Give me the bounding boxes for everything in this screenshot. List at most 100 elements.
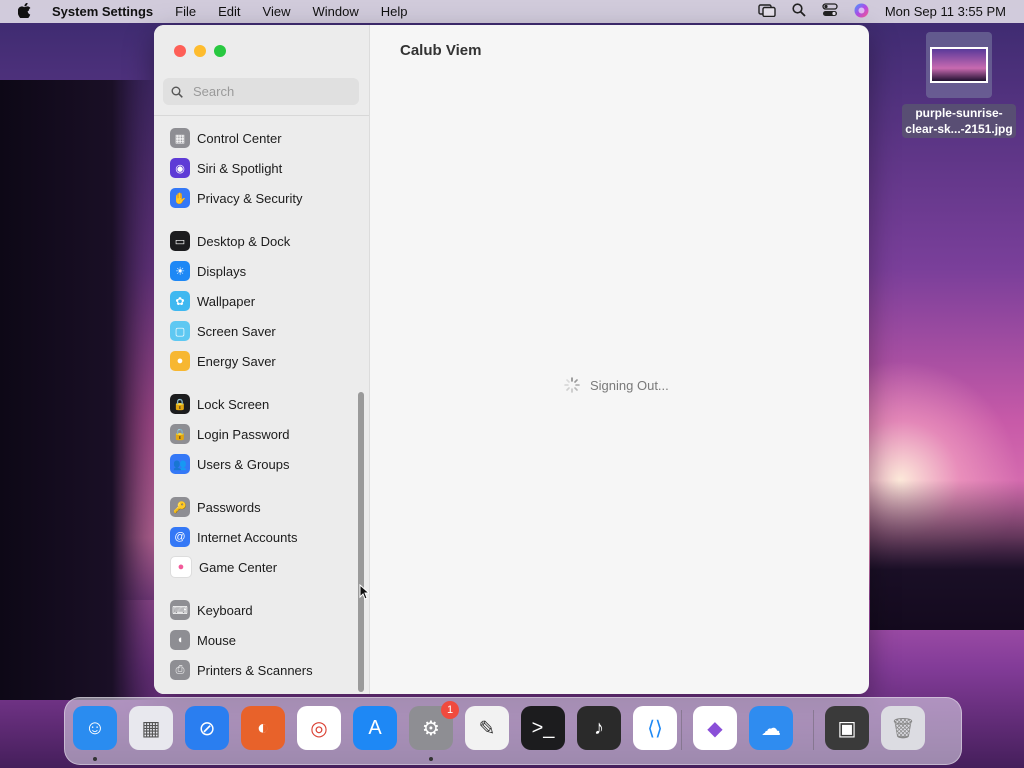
visual-studio-icon[interactable]: ◆ [693, 706, 737, 750]
image-thumbnail-icon [930, 47, 988, 83]
sidebar-item-label: Control Center [197, 130, 282, 146]
sidebar-item-label: Screen Saver [197, 323, 276, 339]
desktop-file-label[interactable]: purple-sunrise- clear-sk...-2151.jpg [902, 104, 1016, 138]
window-controls [174, 45, 234, 57]
sidebar-item-displays[interactable]: ☀ Displays [170, 259, 246, 283]
dock-separator [813, 710, 814, 750]
desktop-file-thumbnail[interactable] [926, 32, 992, 98]
wallpaper-palms-right [870, 480, 1024, 630]
sidebar-item-login-password[interactable]: 🔒 Login Password [170, 422, 290, 446]
sidebar-item-printers-scanners[interactable]: ⎙ Printers & Scanners [170, 658, 313, 682]
menu-edit[interactable]: Edit [218, 4, 240, 19]
screensaver-icon: ▢ [170, 321, 190, 341]
siri-icon[interactable] [854, 3, 869, 21]
firefox-icon[interactable]: ◐ [241, 706, 285, 750]
sidebar-list: ▦ Control Center ◉ Siri & Spotlight ✋ Privacy… [154, 115, 369, 694]
sun-icon: ☀ [170, 261, 190, 281]
chrome-window-icon[interactable]: ▣ [825, 706, 869, 750]
sidebar-item-lock-screen[interactable]: 🔒 Lock Screen [170, 392, 269, 416]
vscode-icon[interactable]: ⟨⟩ [633, 706, 677, 750]
garageband-icon[interactable]: ♪ [577, 706, 621, 750]
finder-icon[interactable]: ☺ [73, 706, 117, 750]
search-field[interactable] [163, 78, 359, 105]
at-icon: @ [170, 527, 190, 547]
sidebar-item-label: Wallpaper [197, 293, 256, 309]
sidebar-item-energy-saver[interactable]: ● Energy Saver [170, 349, 276, 373]
signing-out-status: Signing Out... [564, 377, 669, 393]
sidebar-item-mouse[interactable]: ◖ Mouse [170, 628, 236, 652]
sidebar-item-privacy-security[interactable]: ✋ Privacy & Security [170, 186, 302, 210]
sidebar-item-keyboard[interactable]: ⌨ Keyboard [170, 598, 253, 622]
running-indicator [429, 757, 433, 761]
menu-window[interactable]: Window [312, 4, 358, 19]
menu-bar: System Settings File Edit View Window He… [0, 0, 1024, 23]
sidebar-item-label: Game Center [199, 559, 278, 575]
desktop-file[interactable]: purple-sunrise- clear-sk...-2151.jpg [898, 32, 1020, 138]
sidebar-item-desktop-dock[interactable]: ▭ Desktop & Dock [170, 229, 290, 253]
sidebar-item-label: Login Password [197, 426, 290, 442]
sidebar-item-label: Desktop & Dock [197, 233, 291, 249]
menu-clock[interactable]: Mon Sep 11 3:55 PM [885, 4, 1006, 19]
sidebar-item-internet-accounts[interactable]: @ Internet Accounts [170, 525, 297, 549]
sidebar-item-siri-spotlight[interactable]: ◉ Siri & Spotlight [170, 156, 282, 180]
search-icon [171, 86, 183, 98]
sidebar-item-label: Energy Saver [197, 353, 276, 369]
trash-icon[interactable]: 🗑 [881, 706, 925, 750]
launchpad-icon[interactable]: ▦ [129, 706, 173, 750]
zoom-button[interactable] [214, 45, 226, 57]
dock-separator [681, 710, 682, 750]
terminal-icon[interactable]: >_ [521, 706, 565, 750]
chrome-icon[interactable]: ◎ [297, 706, 341, 750]
search-input[interactable] [191, 83, 355, 100]
notification-badge: 1 [441, 701, 459, 719]
running-indicator [93, 757, 97, 761]
sidebar-item-label: Passwords [197, 499, 261, 515]
key-icon: 🔑 [170, 497, 190, 517]
apple-menu-icon[interactable] [17, 2, 34, 21]
app-store-icon[interactable]: A [353, 706, 397, 750]
menu-app-name[interactable]: System Settings [52, 4, 153, 19]
game-center-icon: ● [170, 556, 192, 578]
close-button[interactable] [174, 45, 186, 57]
desktop-file-label-line2: clear-sk...-2151.jpg [905, 122, 1013, 136]
sidebar-item-game-center[interactable]: ● Game Center [170, 555, 277, 579]
spinner-icon [564, 377, 580, 393]
sidebar-item-label: Siri & Spotlight [197, 160, 283, 176]
menu-help[interactable]: Help [381, 4, 408, 19]
hand-icon: ✋ [170, 188, 190, 208]
bulb-icon: ● [170, 351, 190, 371]
sidebar-item-label: Mouse [197, 632, 237, 648]
siri-icon: ◉ [170, 158, 190, 178]
menu-file[interactable]: File [175, 4, 196, 19]
sidebar-item-wallpaper[interactable]: ✿ Wallpaper [170, 289, 255, 313]
loading-text: Signing Out... [590, 377, 669, 393]
minimize-button[interactable] [194, 45, 206, 57]
wallpaper-palms-left [0, 80, 160, 700]
sidebar-item-label: Users & Groups [197, 456, 290, 472]
system-settings-icon[interactable]: ⚙ 1 [409, 701, 459, 750]
sidebar-item-label: Lock Screen [197, 396, 270, 412]
sidebar-scrollbar[interactable] [358, 392, 364, 692]
settings-window: ▦ Control Center ◉ Siri & Spotlight ✋ Privacy… [154, 25, 869, 694]
users-icon: 👥 [170, 454, 190, 474]
safari-icon[interactable]: ⊘ [185, 706, 229, 750]
menu-view[interactable]: View [263, 4, 291, 19]
weather-icon[interactable]: ☁ [749, 706, 793, 750]
sidebar-item-screen-saver[interactable]: ▢ Screen Saver [170, 319, 276, 343]
mouse-icon: ◖ [170, 630, 190, 650]
page-title: Calub Viem [400, 42, 482, 59]
control-center-icon[interactable] [822, 3, 838, 20]
sidebar-item-label: Displays [197, 263, 247, 279]
screen-mirroring-icon[interactable] [758, 3, 776, 20]
sidebar-item-users-groups[interactable]: 👥 Users & Groups [170, 452, 289, 476]
printer-icon: ⎙ [170, 660, 190, 680]
padlock-icon: 🔒 [170, 424, 190, 444]
spotlight-search-icon[interactable] [792, 3, 806, 20]
lock-icon: 🔒 [170, 394, 190, 414]
sidebar-item-control-center[interactable]: ▦ Control Center [170, 126, 282, 150]
sidebar-item-passwords[interactable]: 🔑 Passwords [170, 495, 261, 519]
sidebar-item-label: Printers & Scanners [197, 662, 313, 678]
textedit-icon[interactable]: ✎ [465, 706, 509, 750]
desktop-file-label-line1: purple-sunrise- [915, 106, 1003, 120]
sidebar: ▦ Control Center ◉ Siri & Spotlight ✋ Privacy… [154, 25, 370, 694]
